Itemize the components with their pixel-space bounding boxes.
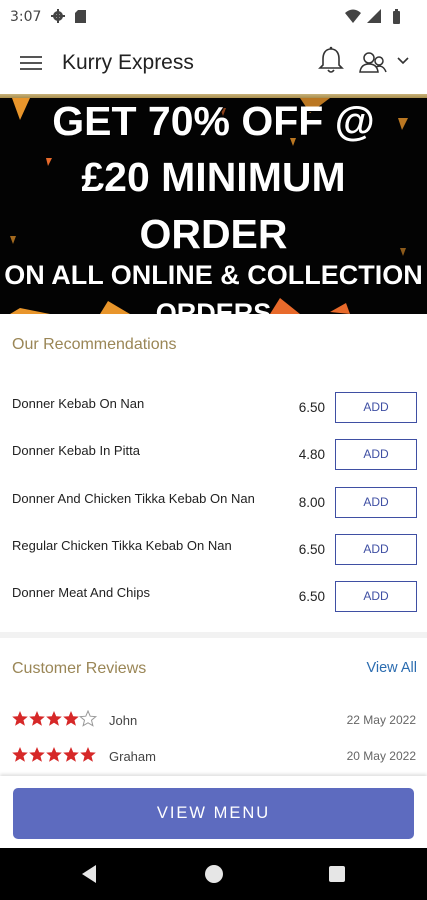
item-name: Regular Chicken Tikka Kebab On Nan: [12, 538, 232, 553]
review-row: John 22 May 2022: [0, 710, 427, 736]
sd-card-icon: [75, 10, 86, 23]
add-button[interactable]: ADD: [335, 439, 417, 470]
review-date: 22 May 2022: [346, 713, 416, 727]
add-button[interactable]: ADD: [335, 534, 417, 565]
settings-gear-icon: [51, 9, 65, 23]
section-divider: [0, 632, 427, 638]
view-menu-button[interactable]: VIEW MENU: [13, 788, 414, 839]
recommendation-item: Donner Meat And Chips 6.50 ADD: [0, 581, 427, 628]
star-icon: [80, 747, 96, 762]
banner-subline-2: ORDERS: [155, 298, 272, 314]
battery-icon: [393, 11, 400, 24]
item-name: Donner Meat And Chips: [12, 585, 151, 600]
view-all-link[interactable]: View All: [366, 660, 417, 676]
app-title: Kurry Express: [62, 51, 194, 74]
star-icon: [46, 747, 62, 762]
add-button[interactable]: ADD: [335, 392, 417, 423]
status-icons: [345, 9, 400, 24]
app-bar: Kurry Express: [0, 34, 427, 94]
star-icon: [46, 711, 62, 726]
banner-headline-1: GET 70% OFF @: [52, 98, 375, 144]
add-button[interactable]: ADD: [335, 487, 417, 518]
nav-home-icon[interactable]: [205, 865, 223, 883]
star-rating: [12, 710, 98, 727]
item-name: Donner Kebab In Pitta: [12, 443, 140, 458]
promo-banner[interactable]: GET 70% OFF @ £20 MINIMUM ORDER ON ALL O…: [0, 98, 427, 314]
chevron-down-icon[interactable]: [396, 56, 410, 66]
reviewer-name: John: [109, 713, 138, 728]
star-outline-icon: [78, 710, 98, 727]
status-bar: 3:07: [0, 0, 427, 34]
item-price: 6.50: [298, 400, 325, 415]
banner-headline-2: £20 MINIMUM: [81, 154, 346, 200]
banner-headline-3: ORDER: [139, 211, 288, 257]
signal-icon: [367, 9, 381, 23]
recommendation-item: Donner Kebab In Pitta 4.80 ADD: [0, 439, 427, 486]
item-price: 4.80: [298, 447, 325, 462]
item-price: 6.50: [298, 542, 325, 557]
wifi-icon: [345, 9, 361, 23]
recommendation-item: Donner Kebab On Nan 6.50 ADD: [0, 392, 427, 439]
review-date: 20 May 2022: [346, 749, 416, 763]
nav-back-icon[interactable]: [80, 864, 98, 884]
star-icon: [63, 747, 79, 762]
recommendation-item: Donner And Chicken Tikka Kebab On Nan 8.…: [0, 487, 427, 534]
item-name: Donner And Chicken Tikka Kebab On Nan: [12, 491, 255, 506]
hamburger-menu-icon[interactable]: [20, 54, 42, 72]
nav-recent-apps-icon[interactable]: [329, 866, 345, 882]
item-price: 8.00: [298, 495, 325, 510]
recommendations-title: Our Recommendations: [12, 336, 177, 353]
star-rating: [12, 747, 96, 762]
reviews-title: Customer Reviews: [12, 660, 147, 677]
recommendation-item: Regular Chicken Tikka Kebab On Nan 6.50 …: [0, 534, 427, 581]
bottom-action-panel: VIEW MENU: [0, 776, 427, 848]
reviewer-name: Graham: [109, 749, 156, 764]
star-icon: [63, 711, 79, 726]
user-account-icon[interactable]: [358, 50, 388, 74]
banner-subline: ON ALL ONLINE & COLLECTION: [4, 260, 423, 290]
star-icon: [29, 747, 45, 762]
status-time: 3:07: [10, 9, 42, 25]
star-icon: [12, 711, 28, 726]
item-name: Donner Kebab On Nan: [12, 396, 145, 411]
star-icon: [29, 711, 45, 726]
review-row: Graham 20 May 2022: [0, 746, 427, 772]
star-icon: [12, 747, 28, 762]
item-price: 6.50: [298, 589, 325, 604]
system-nav-bar: [0, 848, 427, 900]
bell-icon[interactable]: [318, 46, 344, 74]
add-button[interactable]: ADD: [335, 581, 417, 612]
